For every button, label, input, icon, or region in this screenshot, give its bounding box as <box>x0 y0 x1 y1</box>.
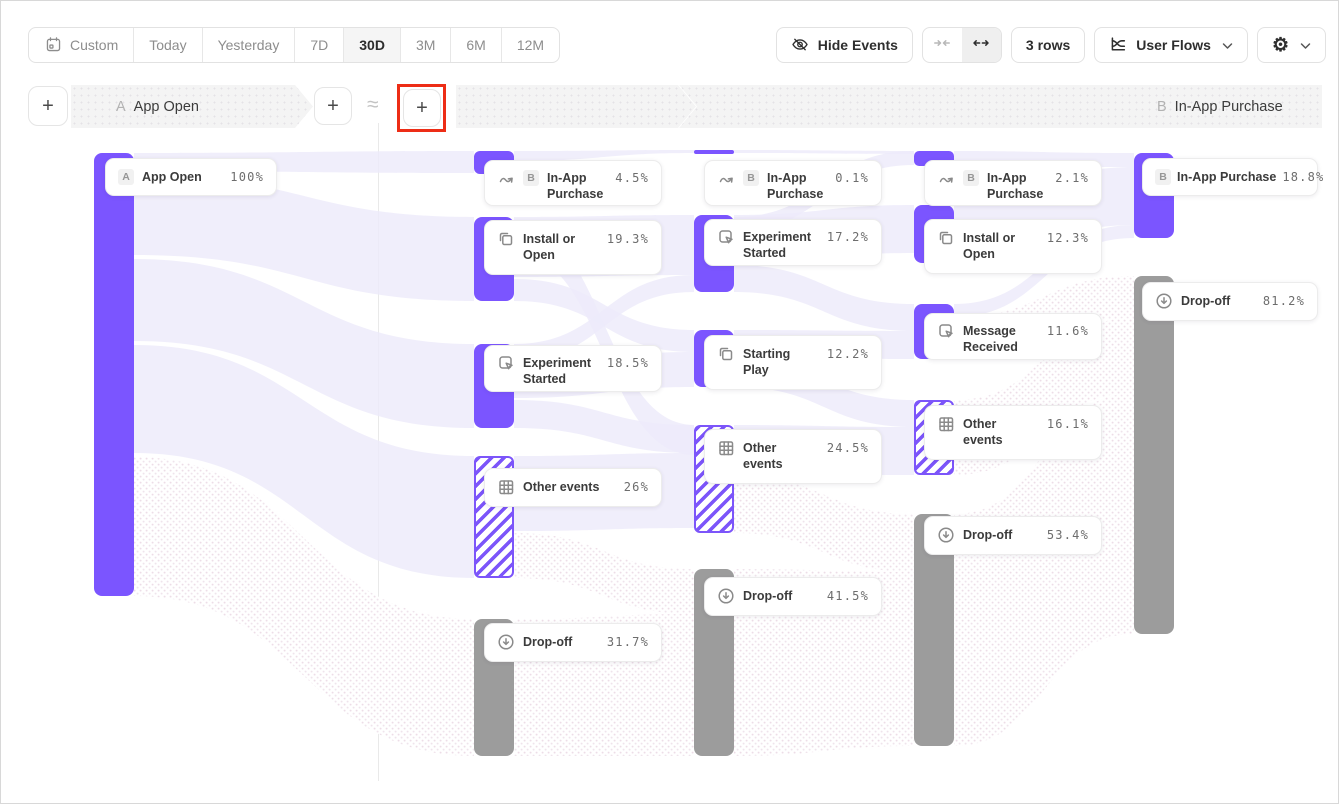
node-label: Drop-off <box>1181 293 1230 309</box>
flow-node-other-events[interactable]: Other events 16.1% <box>924 405 1102 460</box>
drop-off-icon <box>717 587 735 605</box>
node-pct: 24.5% <box>827 440 869 455</box>
flow-bar-drop-off[interactable] <box>1134 276 1174 634</box>
node-pct: 4.5% <box>615 170 649 185</box>
node-label: Install or Open <box>963 230 1039 263</box>
flow-node-message-received[interactable]: Message Received 11.6% <box>924 313 1102 360</box>
node-pct: 11.6% <box>1047 323 1089 338</box>
node-pct: 53.4% <box>1047 527 1089 542</box>
node-pct: 81.2% <box>1263 293 1305 308</box>
flow-node-other-events[interactable]: Other events 24.5% <box>704 429 882 484</box>
add-step-button[interactable]: + <box>403 89 441 127</box>
node-label: Message Received <box>963 323 1039 356</box>
node-pct: 26% <box>624 479 649 494</box>
drop-off-icon <box>497 633 515 651</box>
flow-node-drop-off[interactable]: Drop-off 41.5% <box>704 577 882 616</box>
step-b-badge: B <box>743 170 759 186</box>
click-icon <box>717 228 735 246</box>
node-pct: 18.5% <box>607 355 649 370</box>
grid-icon <box>497 478 515 496</box>
flow-node-app-open[interactable]: A App Open 100% <box>105 158 277 196</box>
plus-icon: + <box>416 98 428 118</box>
step-b-badge: B <box>1155 169 1171 185</box>
node-label: In-App Purchase <box>547 170 607 203</box>
flow-node-install-or-open[interactable]: Install or Open 19.3% <box>484 220 662 275</box>
node-pct: 0.1% <box>835 170 869 185</box>
user-flows-report: Custom Today Yesterday 7D 30D 3M 6M 12M … <box>0 0 1339 804</box>
node-pct: 41.5% <box>827 588 869 603</box>
node-label: In-App Purchase <box>767 170 827 203</box>
flow-node-drop-off[interactable]: Drop-off 53.4% <box>924 516 1102 555</box>
flow-node-in-app-purchase[interactable]: B In-App Purchase 0.1% <box>704 160 882 206</box>
node-pct: 2.1% <box>1055 170 1089 185</box>
node-label: App Open <box>142 169 202 185</box>
drop-off-icon <box>1155 292 1173 310</box>
node-pct: 31.7% <box>607 634 649 649</box>
node-pct: 17.2% <box>827 229 869 244</box>
node-label: Other events <box>523 479 599 495</box>
flow-node-in-app-purchase[interactable]: B In-App Purchase 2.1% <box>924 160 1102 206</box>
flow-node-other-events[interactable]: Other events 26% <box>484 468 662 507</box>
skip-arrow-icon <box>717 169 735 187</box>
node-pct: 100% <box>230 169 264 184</box>
node-label: In-App Purchase <box>1177 169 1276 185</box>
click-icon <box>497 354 515 372</box>
node-label: Other events <box>963 416 1039 449</box>
node-label: Experiment Started <box>523 355 599 388</box>
flow-node-drop-off[interactable]: Drop-off 81.2% <box>1142 282 1318 321</box>
node-label: Install or Open <box>523 231 599 264</box>
flow-bar-app-open[interactable] <box>94 153 134 596</box>
node-label: Drop-off <box>523 634 572 650</box>
click-icon <box>937 322 955 340</box>
node-pct: 12.3% <box>1047 230 1089 245</box>
overlap-squares-icon <box>717 345 735 363</box>
grid-icon <box>717 439 735 457</box>
overlap-squares-icon <box>937 229 955 247</box>
flow-bar-in-app-purchase[interactable] <box>694 150 734 154</box>
node-label: In-App Purchase <box>987 170 1047 203</box>
step-b-badge: B <box>523 170 539 186</box>
skip-arrow-icon <box>937 169 955 187</box>
node-label: Drop-off <box>743 588 792 604</box>
flow-node-starting-play[interactable]: Starting Play 12.2% <box>704 335 882 390</box>
flow-node-experiment-started[interactable]: Experiment Started 18.5% <box>484 345 662 392</box>
skip-arrow-icon <box>497 169 515 187</box>
node-pct: 12.2% <box>827 346 869 361</box>
node-pct: 18.8% <box>1282 169 1324 184</box>
flow-node-drop-off[interactable]: Drop-off 31.7% <box>484 623 662 662</box>
node-label: Experiment Started <box>743 229 819 262</box>
step-a-badge: A <box>118 169 134 185</box>
flow-node-experiment-started[interactable]: Experiment Started 17.2% <box>704 219 882 266</box>
flow-node-in-app-purchase[interactable]: B In-App Purchase 18.8% <box>1142 158 1318 196</box>
flow-node-in-app-purchase[interactable]: B In-App Purchase 4.5% <box>484 160 662 206</box>
flow-node-install-or-open[interactable]: Install or Open 12.3% <box>924 219 1102 274</box>
node-label: Other events <box>743 440 819 473</box>
step-b-badge: B <box>963 170 979 186</box>
node-pct: 16.1% <box>1047 416 1089 431</box>
node-label: Drop-off <box>963 527 1012 543</box>
drop-off-icon <box>937 526 955 544</box>
overlap-squares-icon <box>497 230 515 248</box>
node-label: Starting Play <box>743 346 819 379</box>
grid-icon <box>937 415 955 433</box>
node-pct: 19.3% <box>607 231 649 246</box>
